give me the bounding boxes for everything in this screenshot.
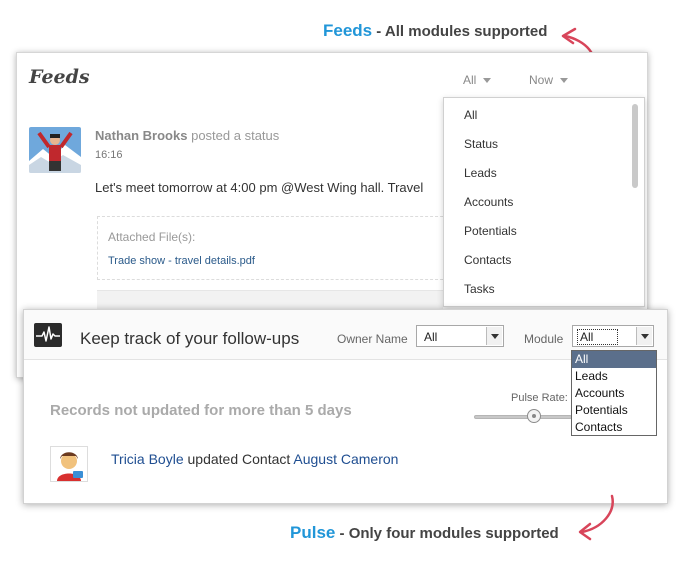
module-options-list: All Leads Accounts Potentials Contacts	[571, 350, 657, 436]
pulse-rate-label: Pulse Rate:	[511, 392, 568, 404]
avatar[interactable]	[50, 446, 88, 482]
module-select[interactable]: All	[572, 325, 654, 347]
dropdown-option-status[interactable]: Status	[464, 137, 498, 151]
dropdown-option-leads[interactable]: Leads	[464, 166, 497, 180]
post-time: 16:16	[95, 149, 123, 161]
owner-name-label: Owner Name	[337, 332, 408, 346]
module-option-leads[interactable]: Leads	[572, 368, 656, 385]
pulse-title: Keep track of your follow-ups	[80, 329, 300, 348]
caret-down-icon	[560, 78, 569, 84]
module-label: Module	[524, 332, 564, 346]
post-text: Let's meet tomorrow at 4:00 pm @West Win…	[95, 180, 424, 195]
module-option-potentials[interactable]: Potentials	[572, 402, 656, 419]
comment-box[interactable]	[97, 290, 443, 310]
attachment-label: Attached File(s):	[108, 230, 196, 244]
feeds-caption-keyword: Feeds	[323, 21, 373, 40]
feeds-title: Feeds	[29, 66, 90, 88]
dropdown-option-tasks[interactable]: Tasks	[464, 282, 495, 296]
caret-down-icon[interactable]	[486, 327, 502, 345]
caret-down-icon[interactable]	[636, 327, 652, 345]
activity-verb: updated Contact	[187, 451, 291, 467]
pulse-rate-slider-thumb[interactable]	[527, 409, 541, 423]
module-value: All	[577, 329, 619, 345]
module-option-contacts[interactable]: Contacts	[572, 419, 656, 436]
post-author: Nathan Brooks posted a status	[95, 128, 279, 143]
activity-line: Tricia Boyle updated Contact August Came…	[111, 451, 398, 467]
caret-down-icon	[483, 78, 492, 84]
dropdown-option-all[interactable]: All	[464, 108, 477, 122]
feeds-caption-text: - All modules supported	[372, 23, 548, 40]
attachment-box: Attached File(s): Trade show - travel de…	[97, 216, 443, 280]
pulse-heartbeat-icon	[34, 323, 62, 347]
dropdown-scrollbar[interactable]	[632, 104, 638, 188]
feeds-module-filter[interactable]: All	[463, 73, 492, 87]
feeds-time-filter-label: Now	[529, 73, 554, 87]
feeds-module-filter-label: All	[463, 73, 477, 87]
pulse-rate-slider-track[interactable]	[474, 415, 572, 419]
dropdown-option-accounts[interactable]: Accounts	[464, 195, 513, 209]
module-option-accounts[interactable]: Accounts	[572, 385, 656, 402]
pulse-caption: Pulse - Only four modules supported	[290, 523, 559, 543]
owner-name-select[interactable]: All	[416, 325, 504, 347]
records-title: Records not updated for more than 5 days	[50, 402, 352, 419]
post-author-name[interactable]: Nathan Brooks	[95, 128, 187, 143]
pulse-caption-keyword: Pulse	[290, 523, 336, 542]
avatar[interactable]	[29, 127, 81, 173]
activity-record-link[interactable]: August Cameron	[293, 451, 398, 467]
pulse-caption-text: - Only four modules supported	[335, 525, 559, 542]
feeds-time-filter[interactable]: Now	[529, 73, 569, 87]
feeds-caption: Feeds - All modules supported	[323, 21, 547, 41]
pulse-panel: Keep track of your follow-ups Owner Name…	[23, 309, 668, 504]
dropdown-option-potentials[interactable]: Potentials	[464, 224, 517, 238]
owner-name-value: All	[424, 330, 438, 344]
post-action: posted a status	[191, 128, 280, 143]
module-option-all[interactable]: All	[572, 351, 656, 368]
dropdown-option-contacts[interactable]: Contacts	[464, 253, 511, 267]
feeds-module-dropdown: All Status Leads Accounts Potentials Con…	[443, 97, 645, 307]
curved-arrow-icon	[578, 494, 614, 541]
activity-user-link[interactable]: Tricia Boyle	[111, 451, 184, 467]
attachment-file-link[interactable]: Trade show - travel details.pdf	[108, 255, 255, 267]
